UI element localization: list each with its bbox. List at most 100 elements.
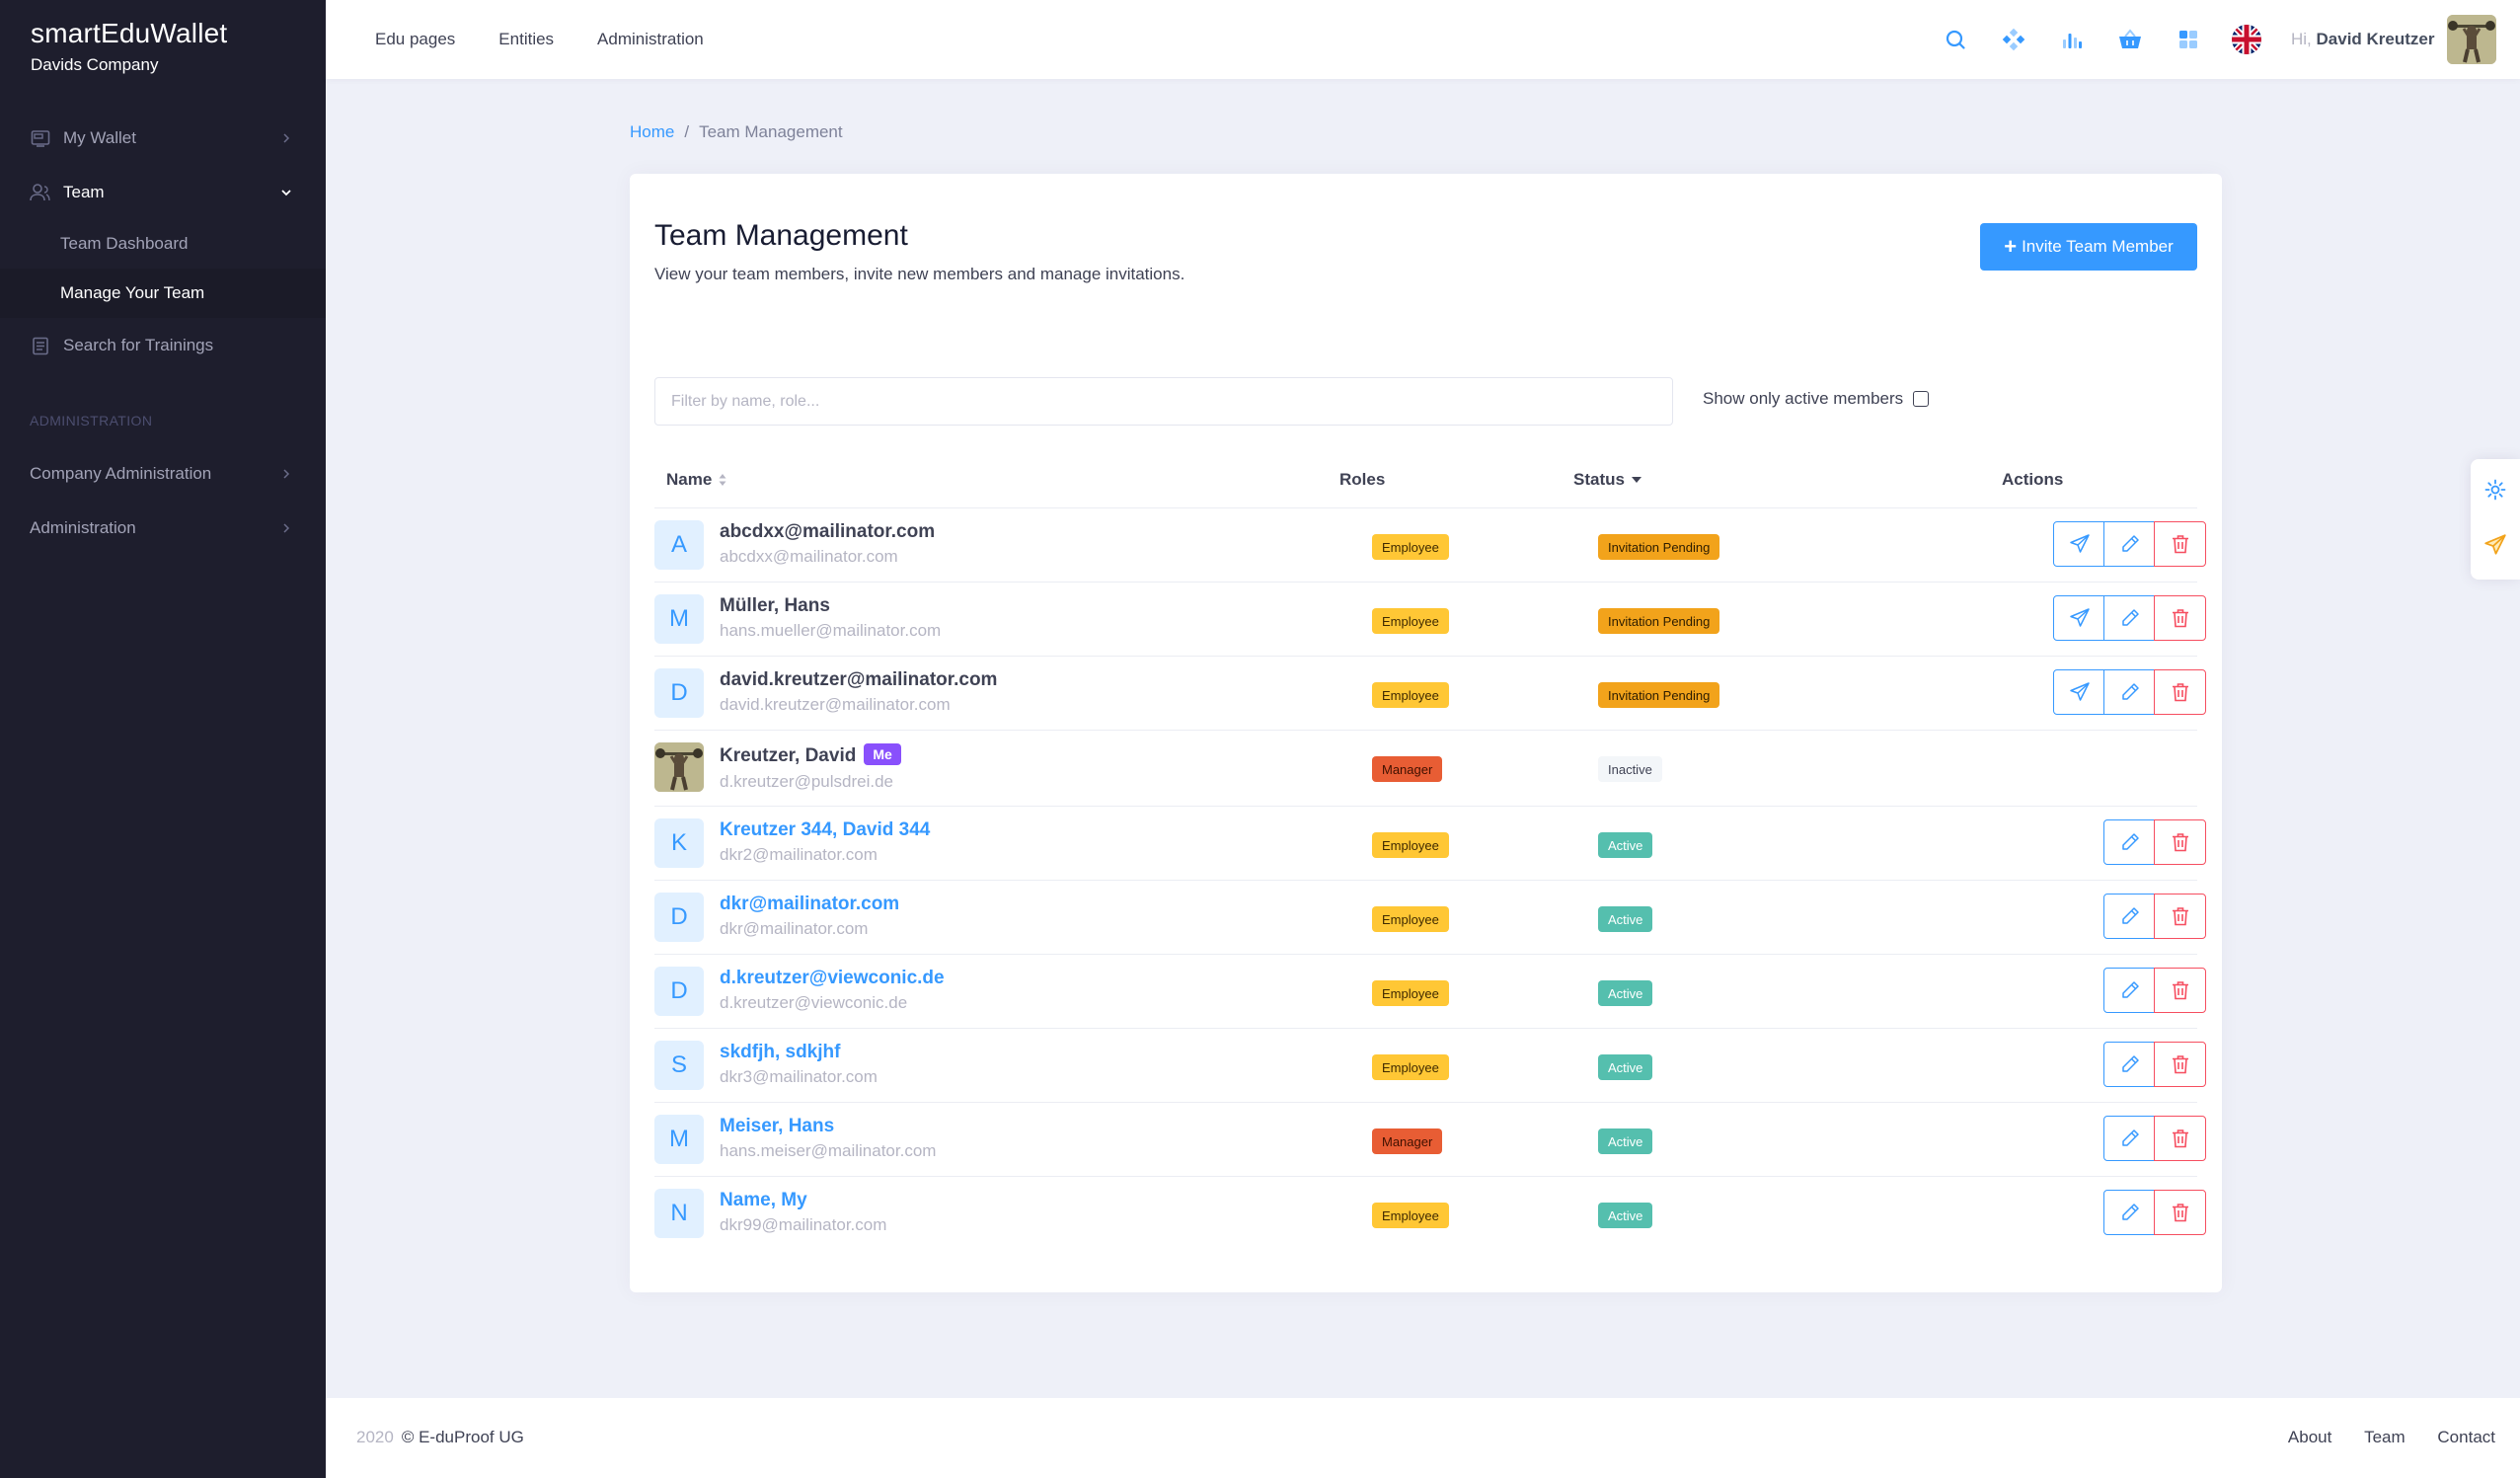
status-badge: Active <box>1598 1128 1653 1154</box>
column-header-name[interactable]: Name <box>666 470 727 490</box>
resend-invitation-button[interactable] <box>2053 669 2105 715</box>
sidebar-item-company-administration[interactable]: Company Administration <box>0 449 326 499</box>
trash-icon <box>2172 1055 2188 1074</box>
sidebar-section-label: ADMINISTRATION <box>30 413 153 428</box>
sidebar-item-team[interactable]: Team <box>0 168 326 217</box>
user-greeting[interactable]: Hi, David Kreutzer <box>2291 30 2435 49</box>
edit-button[interactable] <box>2103 1116 2156 1161</box>
top-nav: Edu pages Entities Administration <box>375 0 747 79</box>
table-row: D d.kreutzer@viewconic.de d.kreutzer@vie… <box>654 954 2206 1028</box>
status-badge: Active <box>1598 1203 1653 1228</box>
footer-company[interactable]: © E-duProof UG <box>402 1428 524 1446</box>
nav-edu-pages[interactable]: Edu pages <box>375 30 455 49</box>
trash-icon <box>2172 683 2188 702</box>
brand-title[interactable]: smartEduWallet <box>31 18 295 49</box>
role-badge: Employee <box>1372 1054 1449 1080</box>
role-badge: Manager <box>1372 756 1443 782</box>
sidebar-item-label: My Wallet <box>63 128 136 147</box>
paper-plane-icon[interactable] <box>2471 520 2520 570</box>
member-name-link[interactable]: Name, My <box>720 1190 807 1211</box>
breadcrumb-home[interactable]: Home <box>630 122 674 141</box>
sidebar-item-team-dashboard[interactable]: Team Dashboard <box>0 219 326 269</box>
member-initial-avatar: S <box>654 1041 704 1090</box>
breadcrumb-current: Team Management <box>699 122 843 141</box>
sidebar-item-label: Team <box>63 183 105 201</box>
column-header-status[interactable]: Status <box>1573 470 1642 490</box>
edit-button[interactable] <box>2103 819 2156 865</box>
breadcrumb-separator: / <box>684 122 690 141</box>
edit-button[interactable] <box>2103 1190 2156 1235</box>
invite-button-label: Invite Team Member <box>2022 237 2174 256</box>
role-badge: Employee <box>1372 980 1449 1006</box>
delete-button[interactable] <box>2154 521 2206 567</box>
member-email: dkr@mailinator.com <box>720 919 869 938</box>
invite-team-member-button[interactable]: + Invite Team Member <box>1980 223 2197 271</box>
pencil-icon <box>2121 981 2139 998</box>
apps-diamond-icon[interactable] <box>1995 21 2032 58</box>
delete-button[interactable] <box>2154 1042 2206 1087</box>
active-only-toggle[interactable]: Show only active members <box>1703 379 1930 419</box>
status-badge: Invitation Pending <box>1598 608 1720 634</box>
table-row: D david.kreutzer@mailinator.com david.kr… <box>654 656 2206 730</box>
page-subtitle: View your team members, invite new membe… <box>654 265 1185 283</box>
column-header-label: Status <box>1573 470 1625 489</box>
filter-input[interactable] <box>654 377 1673 426</box>
chevron-right-icon <box>283 133 290 143</box>
basket-icon[interactable] <box>2111 21 2149 58</box>
member-email: dkr2@mailinator.com <box>720 845 878 864</box>
delete-button[interactable] <box>2154 819 2206 865</box>
member-name-link[interactable]: skdfjh, sdkjhf <box>720 1042 840 1063</box>
delete-button[interactable] <box>2154 669 2206 715</box>
me-badge: Me <box>864 743 901 765</box>
role-badge: Employee <box>1372 534 1449 560</box>
sidebar-item-administration[interactable]: Administration <box>0 504 326 553</box>
sort-icon <box>719 474 726 486</box>
member-photo-avatar <box>654 742 704 792</box>
resend-invitation-button[interactable] <box>2053 595 2105 641</box>
edit-button[interactable] <box>2103 521 2156 567</box>
search-icon[interactable] <box>1937 21 1974 58</box>
sidebar-item-manage-your-team[interactable]: Manage Your Team <box>0 269 326 318</box>
member-name: abcdxx@mailinator.com <box>720 521 936 542</box>
active-only-checkbox[interactable] <box>1913 391 1930 407</box>
pencil-icon <box>2121 683 2139 700</box>
delete-button[interactable] <box>2154 1116 2206 1161</box>
edit-button[interactable] <box>2103 968 2156 1013</box>
chart-bar-icon[interactable] <box>2053 21 2091 58</box>
table-row: M Meiser, Hans hans.meiser@mailinator.co… <box>654 1102 2206 1176</box>
avatar[interactable] <box>2446 15 2496 64</box>
column-header-actions: Actions <box>2002 470 2063 490</box>
layout-grid-icon[interactable] <box>2170 21 2207 58</box>
nav-entities[interactable]: Entities <box>498 30 554 49</box>
nav-administration[interactable]: Administration <box>597 30 704 49</box>
member-name-link[interactable]: Meiser, Hans <box>720 1116 834 1137</box>
resend-invitation-button[interactable] <box>2053 521 2105 567</box>
delete-button[interactable] <box>2154 968 2206 1013</box>
delete-button[interactable] <box>2154 1190 2206 1235</box>
settings-gear-icon[interactable] <box>2471 465 2520 514</box>
pencil-icon <box>2121 609 2139 626</box>
delete-button[interactable] <box>2154 894 2206 939</box>
member-name: Müller, Hans <box>720 595 830 616</box>
role-badge: Employee <box>1372 832 1449 858</box>
edit-button[interactable] <box>2103 894 2156 939</box>
edit-button[interactable] <box>2103 669 2156 715</box>
status-badge: Invitation Pending <box>1598 682 1720 708</box>
member-name-link[interactable]: Kreutzer 344, David 344 <box>720 819 930 841</box>
member-initial-avatar: A <box>654 520 704 570</box>
footer-link-team[interactable]: Team <box>2364 1428 2405 1446</box>
edit-button[interactable] <box>2103 1042 2156 1087</box>
edit-button[interactable] <box>2103 595 2156 641</box>
team-icon <box>30 182 51 203</box>
footer-link-about[interactable]: About <box>2288 1428 2331 1446</box>
uk-flag-icon[interactable] <box>2228 21 2265 58</box>
sidebar-item-search-trainings[interactable]: Search for Trainings <box>0 321 326 370</box>
trash-icon <box>2172 1204 2188 1222</box>
paper-plane-icon <box>2069 682 2090 701</box>
footer-link-contact[interactable]: Contact <box>2437 1428 2495 1446</box>
delete-button[interactable] <box>2154 595 2206 641</box>
member-name-link[interactable]: d.kreutzer@viewconic.de <box>720 968 945 989</box>
status-badge: Active <box>1598 906 1653 932</box>
sidebar-item-my-wallet[interactable]: My Wallet <box>0 114 326 163</box>
member-name-link[interactable]: dkr@mailinator.com <box>720 894 899 915</box>
